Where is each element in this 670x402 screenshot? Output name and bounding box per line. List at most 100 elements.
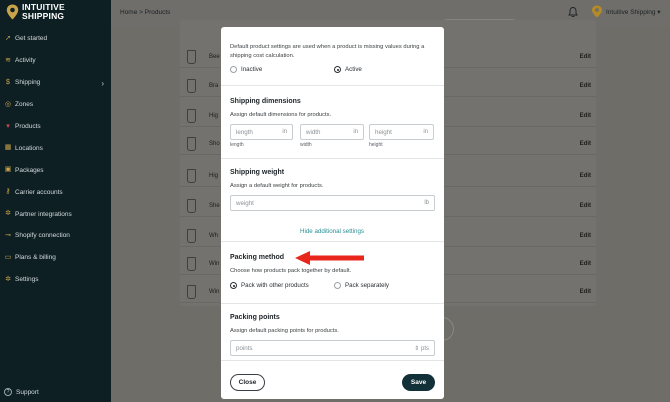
sidebar-item-zones[interactable]: ◎ Zones xyxy=(0,94,111,116)
weight-unit: lb xyxy=(424,200,429,206)
sidebar-item-activity[interactable]: ≋ Activity xyxy=(0,50,111,72)
radio-icon xyxy=(230,66,237,73)
sidebar-item-label: Plans & billing xyxy=(15,254,56,262)
sidebar-item-label: Zones xyxy=(15,101,34,109)
chevron-right-icon: › xyxy=(101,78,104,88)
dimensions-section: Shipping dimensions Assign default dimen… xyxy=(221,86,444,159)
sidebar-item-products[interactable]: ▾ Products xyxy=(0,116,111,138)
product-name: Hig xyxy=(209,173,219,179)
dimensions-title: Shipping dimensions xyxy=(230,98,301,105)
rocket-icon: ➚ xyxy=(5,34,11,42)
status-inactive-radio[interactable]: Inactive xyxy=(230,66,262,73)
product-image xyxy=(187,79,196,93)
save-button[interactable]: Save xyxy=(402,374,435,391)
length-label: length xyxy=(230,142,244,148)
edit-button[interactable]: Edit xyxy=(580,173,591,179)
width-field[interactable]: width in xyxy=(300,124,364,140)
sidebar-item-label: Packages xyxy=(15,166,44,174)
close-button[interactable]: Close xyxy=(230,374,265,391)
status-description: Default product settings are used when a… xyxy=(230,44,425,59)
sidebar-item-plans-billing[interactable]: ▭ Plans & billing xyxy=(0,247,111,269)
sidebar-item-support[interactable]: ? Support xyxy=(4,388,39,396)
bell-icon[interactable] xyxy=(567,6,579,18)
sidebar-item-label: Shipping xyxy=(15,79,41,87)
shirt-icon: ▾ xyxy=(6,122,10,130)
building-icon: ▦ xyxy=(4,144,12,152)
key-icon: ⚷ xyxy=(5,188,11,196)
location-pin-icon xyxy=(6,4,19,19)
sidebar-item-packages[interactable]: ▣ Packages xyxy=(0,159,111,181)
product-image xyxy=(187,50,196,64)
height-field[interactable]: height in xyxy=(369,124,434,140)
product-image xyxy=(187,109,196,123)
weight-description: Assign a default weight for products. xyxy=(230,183,324,189)
brand-line-2: SHIPPING xyxy=(22,10,65,21)
breadcrumb[interactable]: Home > Products xyxy=(120,9,170,16)
sidebar-item-label: Shopify connection xyxy=(15,232,70,240)
sidebar-item-label: Locations xyxy=(15,144,43,152)
sidebar: INTUITIVE SHIPPING ➚ Get started ≋ Activit… xyxy=(0,0,111,402)
edit-button[interactable]: Edit xyxy=(580,141,591,147)
annotation-arrow-icon xyxy=(295,251,364,265)
height-label: height xyxy=(369,142,383,148)
account-menu[interactable]: Intuitive Shipping ▾ xyxy=(591,5,661,18)
radio-icon xyxy=(334,282,341,289)
length-unit: in xyxy=(282,129,287,135)
pack-separately-radio[interactable]: Pack separately xyxy=(334,282,389,289)
brand-logo[interactable]: INTUITIVE SHIPPING xyxy=(6,3,65,20)
edit-button[interactable]: Edit xyxy=(580,289,591,295)
sidebar-item-partner-integrations[interactable]: ✲ Partner integrations xyxy=(0,203,111,225)
sidebar-nav: ➚ Get started ≋ Activity $ Shipping › ◎ Zones… xyxy=(0,28,111,291)
status-section: Default product settings are used when a… xyxy=(221,27,444,86)
product-name: Hig xyxy=(209,113,219,119)
dollar-icon: $ xyxy=(6,78,10,86)
height-placeholder: height xyxy=(375,129,392,136)
sidebar-item-shopify-connection[interactable]: ⊸ Shopify connection xyxy=(0,225,111,247)
product-name: Bee xyxy=(209,54,220,60)
width-unit: in xyxy=(353,129,358,135)
sidebar-item-shipping[interactable]: $ Shipping › xyxy=(0,72,111,94)
gear-icon: ✲ xyxy=(5,275,11,283)
product-name: Wh xyxy=(209,233,218,239)
sidebar-item-label: Activity xyxy=(15,57,36,65)
edit-button[interactable]: Edit xyxy=(580,261,591,267)
help-icon: ? xyxy=(4,388,12,396)
hide-additional-settings-link[interactable]: Hide additional settings xyxy=(300,228,364,235)
packing-method-description: Choose how products pack together by def… xyxy=(230,268,352,274)
edit-button[interactable]: Edit xyxy=(580,203,591,209)
dimensions-description: Assign default dimensions for products. xyxy=(230,112,332,118)
stepper-icon[interactable]: ⇕ xyxy=(414,346,419,352)
weight-title: Shipping weight xyxy=(230,169,285,176)
points-field[interactable]: points ⇕ pts xyxy=(230,340,435,356)
length-field[interactable]: length in xyxy=(230,124,293,140)
product-name: Sho xyxy=(209,141,220,147)
edit-button[interactable]: Edit xyxy=(580,113,591,119)
weight-placeholder: weight xyxy=(236,200,254,207)
link-icon: ⊸ xyxy=(5,231,11,239)
edit-button[interactable]: Edit xyxy=(580,83,591,89)
product-image xyxy=(187,257,196,271)
support-label: Support xyxy=(16,388,39,396)
packing-points-section: Packing points Assign default packing po… xyxy=(221,304,444,361)
sidebar-item-settings[interactable]: ✲ Settings xyxy=(0,269,111,291)
packing-method-title: Packing method xyxy=(230,254,285,261)
activity-icon: ≋ xyxy=(5,56,11,64)
radio-label: Pack with other products xyxy=(241,282,309,289)
radio-selected-icon xyxy=(334,66,341,73)
width-label: width xyxy=(300,142,312,148)
edit-button[interactable]: Edit xyxy=(580,233,591,239)
edit-button[interactable]: Edit xyxy=(580,54,591,60)
weight-field[interactable]: weight lb xyxy=(230,195,435,211)
status-active-radio[interactable]: Active xyxy=(334,66,362,73)
radio-label: Inactive xyxy=(241,66,263,73)
gear-icon: ✲ xyxy=(5,210,11,218)
sidebar-item-label: Products xyxy=(15,123,41,130)
sidebar-item-locations[interactable]: ▦ Locations xyxy=(0,137,111,159)
sidebar-item-carrier-accounts[interactable]: ⚷ Carrier accounts xyxy=(0,181,111,203)
sidebar-item-get-started[interactable]: ➚ Get started xyxy=(0,28,111,50)
product-name: Win xyxy=(209,261,220,267)
radio-selected-icon xyxy=(230,282,237,289)
sidebar-item-label: Partner integrations xyxy=(15,210,72,218)
pack-with-other-radio[interactable]: Pack with other products xyxy=(230,282,309,289)
default-product-settings-modal: Default product settings are used when a… xyxy=(221,27,444,399)
